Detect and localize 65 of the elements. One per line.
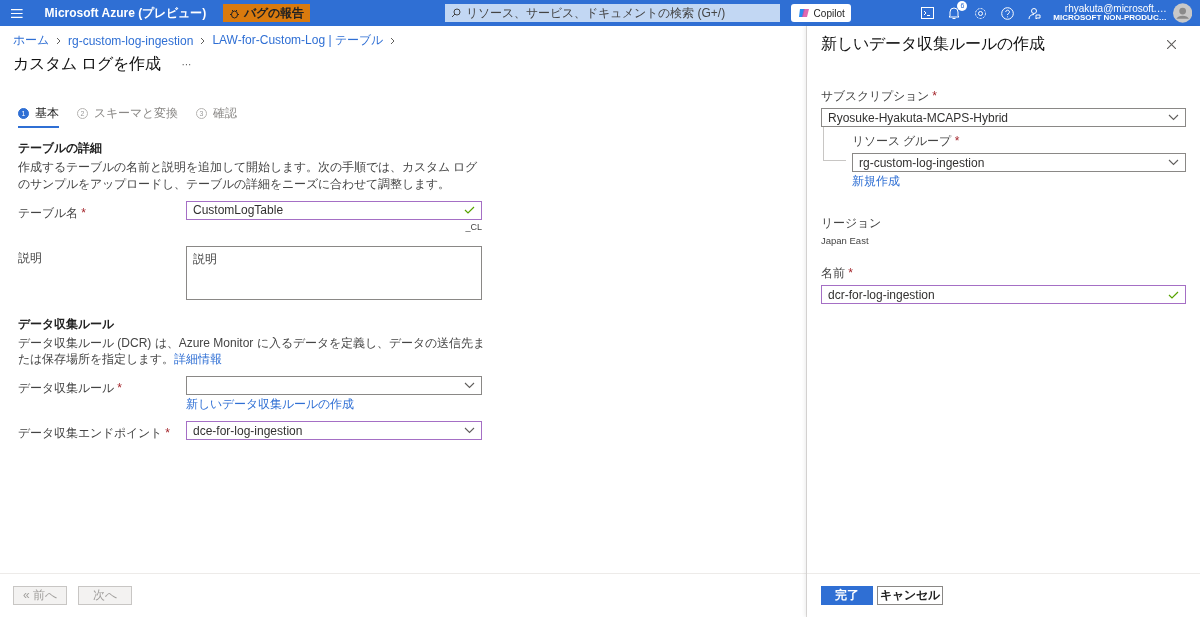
required-mark: * [165, 426, 170, 441]
breadcrumb-link[interactable]: ホーム [13, 32, 49, 49]
bug-icon [229, 7, 241, 19]
section-heading: テーブルの詳細 [18, 140, 103, 157]
terminal-icon[interactable] [921, 7, 935, 19]
bug-report-button[interactable]: バグの報告 [223, 4, 311, 22]
chevron-down-icon [464, 427, 475, 435]
field-label: サブスクリプション * [821, 88, 938, 105]
settings-icon[interactable] [974, 6, 988, 20]
required-mark: * [954, 134, 960, 148]
chevron-down-icon [1168, 159, 1179, 166]
name-field[interactable]: dcr-for-log-ingestion [821, 285, 1186, 304]
done-button[interactable]: 完了 [821, 586, 873, 605]
account-email[interactable]: rhyakuta@microsoft.… [1064, 3, 1167, 15]
region-value: Japan East [821, 235, 870, 246]
description-textarea[interactable]: 説明 [186, 245, 482, 300]
create-new-link[interactable]: 新しいデータ収集ルールの作成 [186, 396, 482, 414]
field-label: 名前 * [821, 265, 854, 282]
help-icon[interactable] [1001, 6, 1015, 20]
chevron-right-icon [389, 36, 395, 45]
copilot-button[interactable]: Copilot [791, 4, 852, 22]
checkmark-icon [464, 206, 475, 215]
create-new-link[interactable]: 新規作成 [852, 173, 1186, 190]
chevron-right-icon [200, 36, 206, 45]
breadcrumb-link[interactable]: LAW-for-Custom-Log | テーブル [212, 32, 383, 49]
bell-icon[interactable] [948, 6, 961, 20]
cancel-button[interactable]: キャンセル [877, 586, 943, 605]
section-description: データ収集ルール (DCR) は、Azure Monitor に入るデータを定義し、データの送信先または保存場所を指定します。詳細情報 [18, 334, 486, 369]
chevron-down-icon [464, 382, 475, 390]
page-title: カスタム ログを作成 [13, 54, 162, 74]
dropdown-field[interactable] [186, 376, 482, 396]
learn-more-link[interactable]: 詳細情報 [174, 352, 222, 367]
resource-group-dropdown[interactable]: rg-custom-log-ingestion [852, 153, 1186, 172]
field-label: リージョン [821, 215, 882, 232]
text-field[interactable]: CustomLogTable [186, 200, 482, 220]
field-label: リソース グループ * [852, 133, 961, 150]
more-button[interactable]: ··· [181, 59, 192, 70]
chevron-right-icon [56, 36, 61, 45]
field-label: データ収集ルール * [18, 380, 123, 398]
breadcrumb-link[interactable]: rg-custom-log-ingestion [68, 33, 194, 48]
section-heading: データ収集ルール [18, 315, 115, 333]
search-field[interactable]: リソース、サービス、ドキュメントの検索 (G+/) [445, 4, 780, 22]
brand-title[interactable]: Microsoft Azure (プレビュー) [44, 4, 207, 22]
field-label: 説明 [18, 249, 43, 267]
required-mark: * [117, 381, 122, 396]
panel-title: 新しいデータ収集ルールの作成 [821, 34, 1045, 54]
suffix-text: _CL [465, 221, 482, 232]
checkmark-icon [1168, 290, 1179, 299]
tree-connector [823, 127, 846, 161]
tenant-name[interactable]: MICROSOFT NON-PRODUC… [1053, 14, 1167, 23]
required-mark: * [81, 205, 86, 220]
copilot-icon [797, 7, 810, 19]
dropdown-field[interactable]: dce-for-log-ingestion [186, 421, 482, 441]
required-mark: * [932, 89, 937, 103]
field-label: データ収集エンドポイント * [18, 425, 171, 443]
avatar-icon[interactable] [1172, 3, 1192, 23]
feedback-icon[interactable] [1028, 6, 1042, 20]
menu-icon[interactable] [11, 8, 23, 18]
chevron-down-icon [1168, 114, 1179, 121]
subscription-dropdown[interactable]: Ryosuke-Hyakuta-MCAPS-Hybrid [821, 108, 1186, 127]
section-description: 作成するテーブルの名前と説明を追加して開始します。次の手順では、カスタム ログのサンプルをアップロードし、テーブルの詳細をニーズに合わせて調整します。 [18, 159, 479, 193]
close-icon[interactable] [1167, 40, 1176, 49]
search-icon [451, 8, 462, 18]
field-label: テーブル名 * [18, 204, 87, 222]
required-mark: * [848, 266, 853, 280]
